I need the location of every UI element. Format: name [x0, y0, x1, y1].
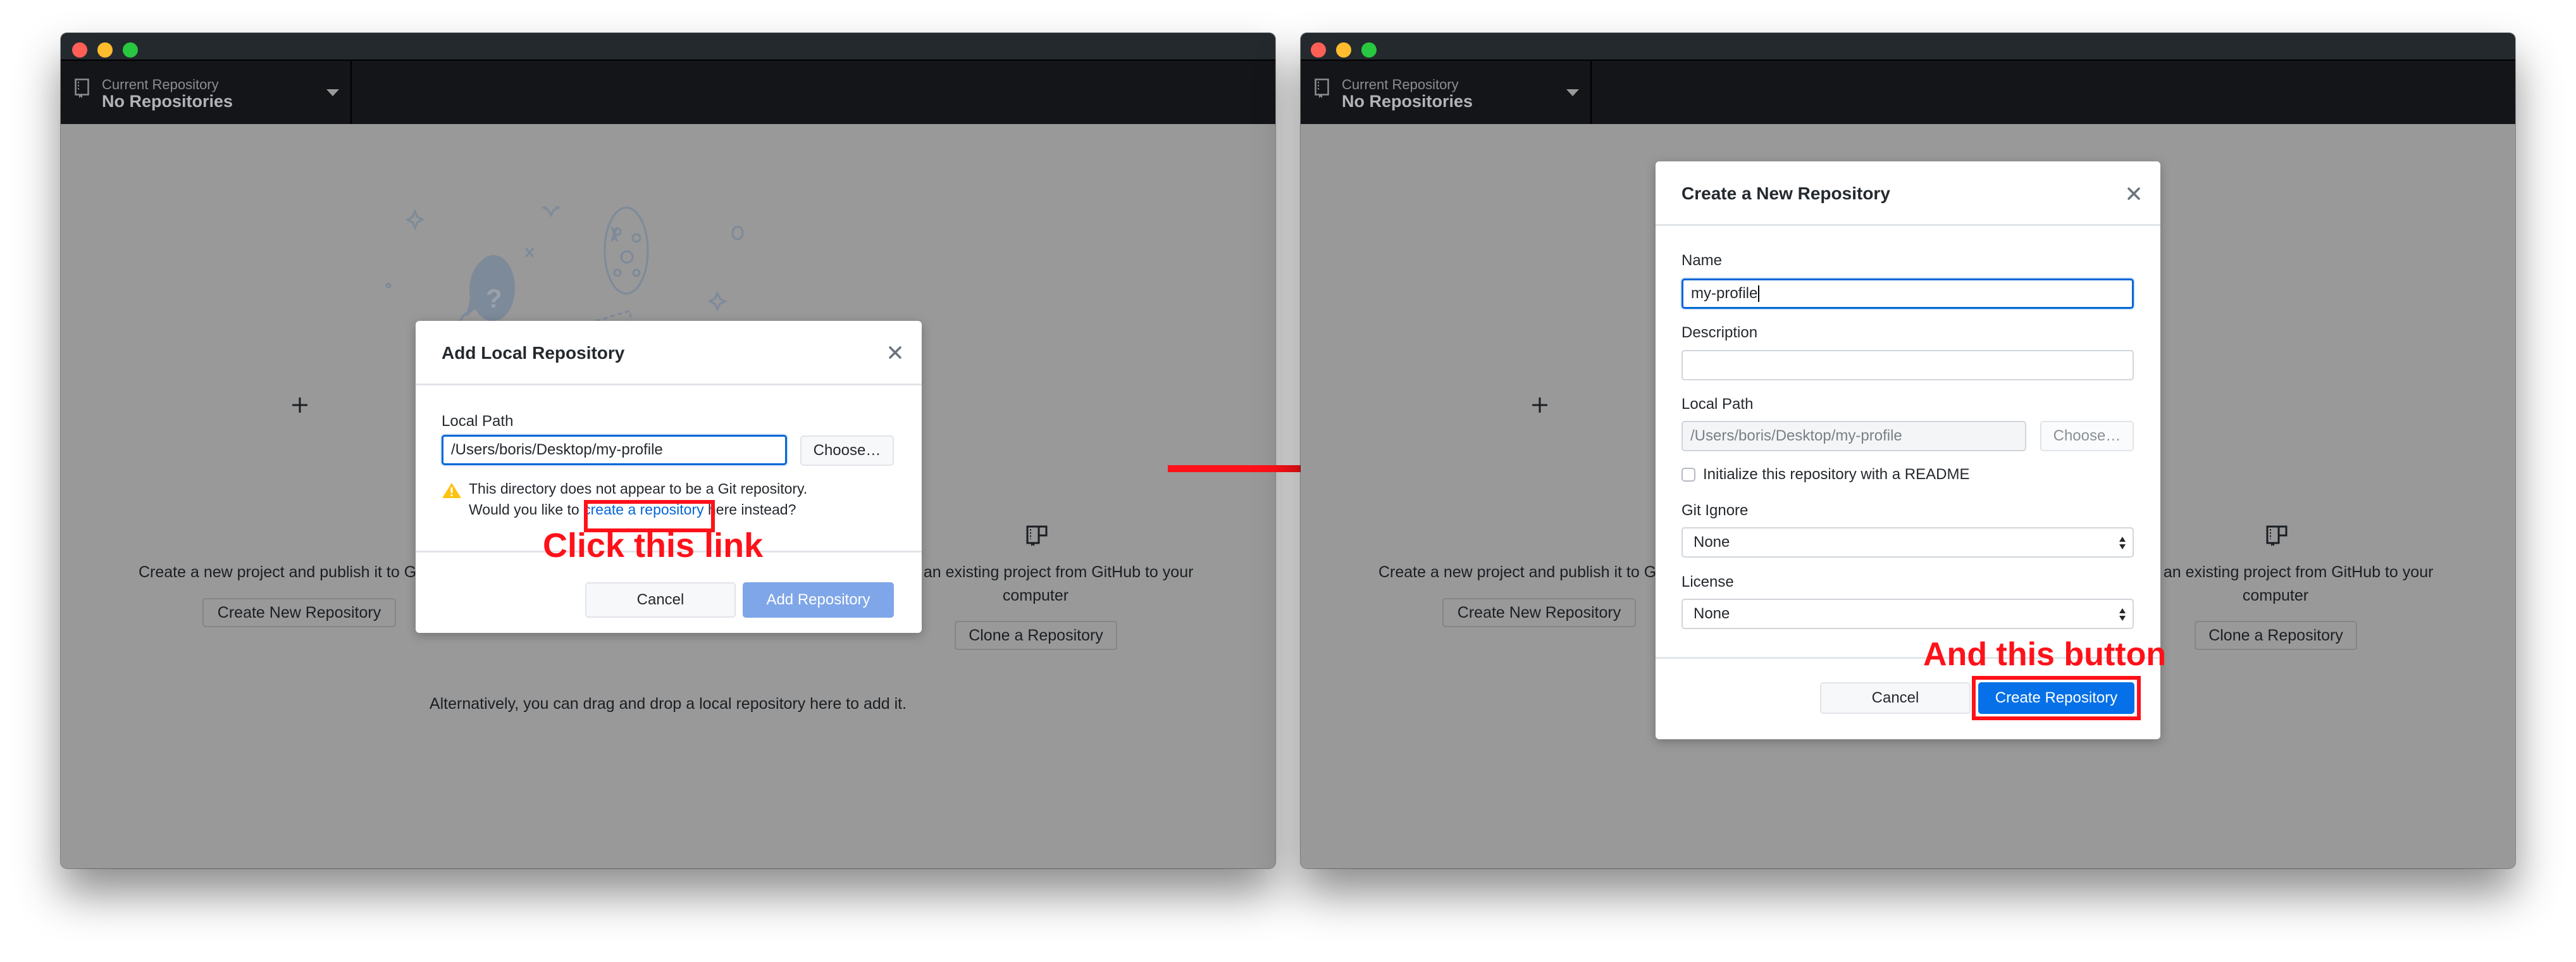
- create-new-repository-button[interactable]: Create New Repository: [1442, 598, 1636, 627]
- clone-project-description-line1: Clone an existing project from GitHub to…: [877, 563, 1194, 581]
- choose-path-button[interactable]: Choose…: [2040, 421, 2134, 451]
- warning-triangle-icon: [442, 483, 461, 498]
- repo-book-icon: [75, 78, 89, 98]
- license-label: License: [1681, 573, 1734, 590]
- question-mark: ?: [486, 284, 502, 313]
- create-new-repository-button[interactable]: Create New Repository: [202, 598, 396, 627]
- title-bar: [61, 33, 1275, 61]
- choose-path-button[interactable]: Choose…: [800, 435, 894, 466]
- current-repository-label: Current Repository: [1342, 77, 1459, 92]
- current-repository-dropdown[interactable]: Current Repository No Repositories: [1301, 61, 1592, 124]
- repo-clone-icon: [2266, 525, 2288, 547]
- plus-icon: [1532, 397, 1547, 413]
- clone-project-description-line2: computer: [2242, 587, 2309, 604]
- annotation-highlight-button: [1972, 676, 2141, 720]
- current-repository-value: No Repositories: [1342, 92, 1473, 111]
- license-value: None: [1694, 605, 1730, 622]
- local-path-value: /Users/boris/Desktop/my-profile: [451, 441, 663, 458]
- chevron-down-icon: [1566, 89, 1579, 96]
- warning-prefix: Would you like to: [469, 501, 584, 518]
- local-path-input[interactable]: /Users/boris/Desktop/my-profile: [442, 435, 787, 465]
- current-repository-dropdown[interactable]: Current Repository No Repositories: [61, 61, 352, 124]
- minimize-window-button[interactable]: [1336, 42, 1351, 58]
- chevron-down-icon: [326, 89, 339, 96]
- cancel-button[interactable]: Cancel: [1820, 682, 1971, 714]
- title-bar: [1301, 33, 2515, 61]
- warning-message-line1: This directory does not appear to be a G…: [469, 480, 808, 497]
- cancel-button[interactable]: Cancel: [585, 582, 736, 618]
- close-x-icon[interactable]: [888, 346, 902, 359]
- moon-icon: [604, 206, 649, 295]
- name-label: Name: [1681, 252, 1723, 269]
- clone-repository-button[interactable]: Clone a Repository: [2195, 621, 2357, 650]
- left-app-window: Current Repository No Repositories ? Cre…: [61, 33, 1275, 868]
- annotation-click-this-link: Click this link: [543, 527, 764, 565]
- drag-drop-hint: Alternatively, you can drag and drop a l…: [429, 695, 907, 713]
- dialog-header-divider: [1656, 224, 2160, 226]
- local-path-label: Local Path: [442, 413, 514, 430]
- select-updown-arrows-icon: [2119, 608, 2126, 621]
- license-select[interactable]: None: [1681, 599, 2134, 629]
- clone-repository-button[interactable]: Clone a Repository: [955, 621, 1117, 650]
- plus-icon: [292, 397, 307, 413]
- warning-suffix: here instead?: [703, 501, 796, 518]
- minimize-window-button[interactable]: [97, 42, 113, 58]
- current-repository-value: No Repositories: [102, 92, 233, 111]
- close-window-button[interactable]: [72, 42, 87, 58]
- name-input[interactable]: my-profile: [1681, 278, 2134, 309]
- dialog-title: Create a New Repository: [1681, 184, 1890, 203]
- create-project-description: Create a new project and publish it to G…: [139, 563, 454, 581]
- description-label: Description: [1681, 324, 1758, 341]
- text-cursor: [1758, 285, 1760, 302]
- clone-project-description-line2: computer: [1002, 587, 1069, 604]
- local-path-label: Local Path: [1681, 396, 1754, 413]
- dialog-title: Add Local Repository: [442, 343, 625, 363]
- current-repository-label: Current Repository: [102, 77, 219, 92]
- repo-book-icon: [1315, 78, 1329, 98]
- sparkle-icon: [385, 206, 744, 312]
- create-project-description: Create a new project and publish it to G…: [1378, 563, 1694, 581]
- local-path-input[interactable]: /Users/boris/Desktop/my-profile: [1681, 421, 2026, 451]
- add-repository-button[interactable]: Add Repository: [743, 582, 894, 618]
- close-x-icon[interactable]: [2127, 187, 2141, 201]
- repo-clone-icon: [1026, 525, 1048, 547]
- readme-checkbox-label[interactable]: Initialize this repository with a README: [1703, 466, 1969, 484]
- right-app-window: Current Repository No Repositories Creat…: [1301, 33, 2515, 868]
- clone-project-description-line1: Clone an existing project from GitHub to…: [2117, 563, 2434, 581]
- gitignore-label: Git Ignore: [1681, 502, 1749, 519]
- close-window-button[interactable]: [1311, 42, 1326, 58]
- maximize-window-button[interactable]: [123, 42, 138, 58]
- add-local-repository-dialog: Add Local Repository Local Path /Users/b…: [416, 321, 922, 633]
- gitignore-select[interactable]: None: [1681, 527, 2134, 558]
- maximize-window-button[interactable]: [1361, 42, 1377, 58]
- select-updown-arrows-icon: [2119, 537, 2126, 549]
- name-value: my-profile: [1691, 285, 1758, 302]
- gitignore-value: None: [1694, 534, 1730, 551]
- description-input[interactable]: [1681, 350, 2134, 380]
- toolbar: Current Repository No Repositories: [61, 61, 1275, 124]
- annotation-and-this-button: And this button: [1923, 636, 2167, 673]
- local-path-value: /Users/boris/Desktop/my-profile: [1690, 427, 1902, 444]
- readme-checkbox[interactable]: [1681, 468, 1695, 482]
- dialog-header-divider: [416, 384, 922, 385]
- toolbar: Current Repository No Repositories: [1301, 61, 2515, 124]
